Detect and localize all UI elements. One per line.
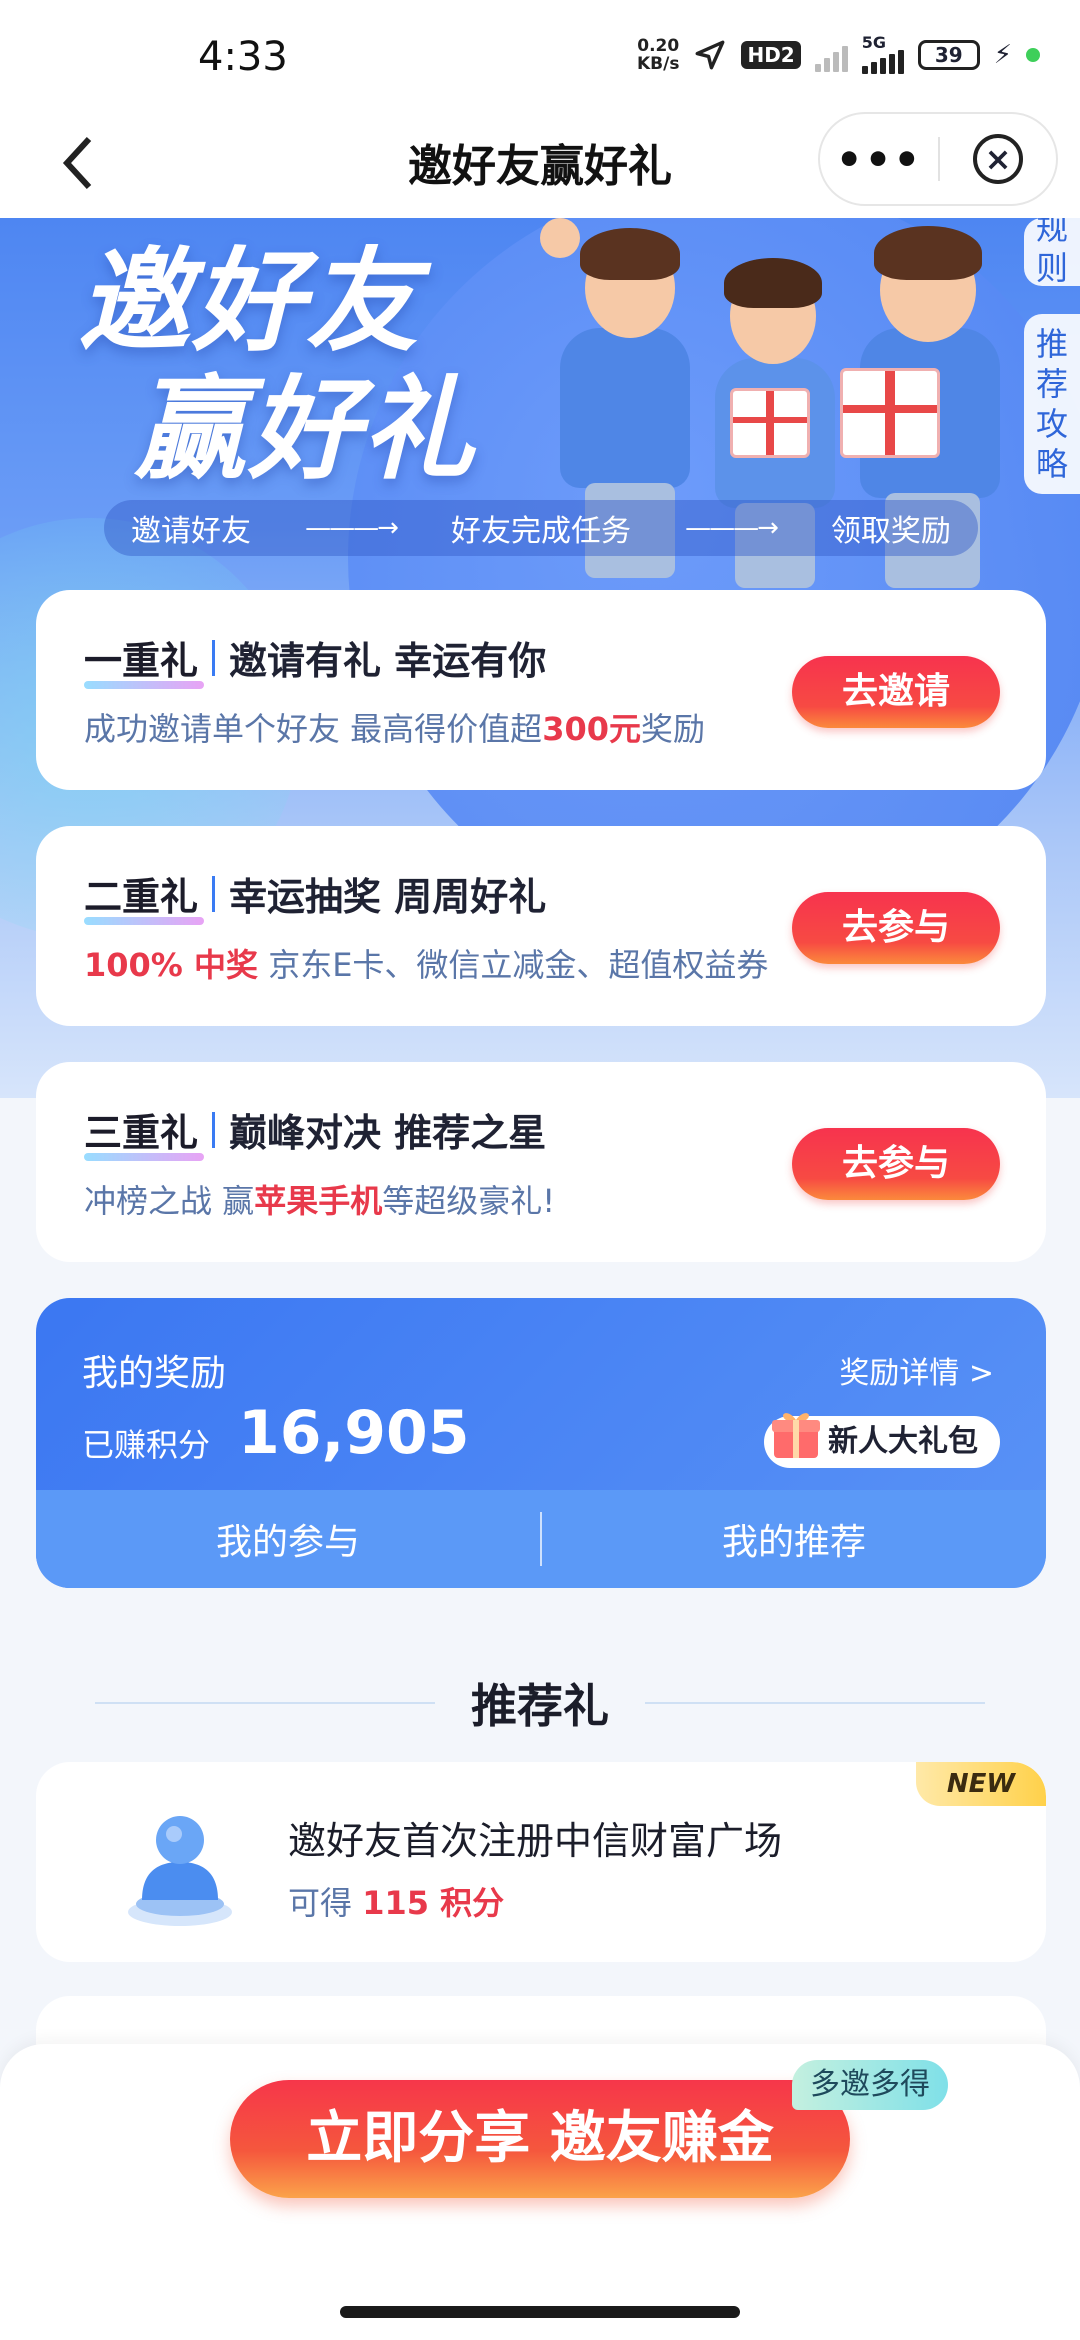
my-rewards-panel: 我的奖励 奖励详情 > 已赚积分 16,905 新人大礼包 我的参与 我的推荐 [36, 1298, 1046, 1588]
privacy-dot-icon [1026, 48, 1040, 62]
section-title: 推荐礼 [471, 1679, 609, 1733]
tab-my-participation[interactable]: 我的参与 [36, 1513, 540, 1565]
card-subtitle: 成功邀请单个好友 最高得价值超300元奖励 [84, 710, 706, 748]
rewards-tabs: 我的参与 我的推荐 [36, 1490, 1046, 1588]
card-tag: 一重礼 [84, 630, 205, 689]
signal-sim2-icon [861, 50, 904, 74]
close-button[interactable]: × [940, 134, 1056, 184]
participate-lottery-button[interactable]: 去参与 [792, 892, 1000, 964]
close-icon: × [972, 134, 1023, 184]
tab-my-recommendations[interactable]: 我的推荐 [542, 1513, 1046, 1565]
signal-5g: 5G [861, 35, 904, 74]
recommend-item-card[interactable]: NEW 邀好友首次注册中信财富广场 可得 115 积分 [36, 1762, 1046, 1962]
recommend-item-points: 可得 115 积分 [288, 1884, 505, 1922]
battery-icon: 39 [917, 40, 980, 70]
card-subtitle: 100% 中奖 京东E卡、微信立减金、超值权益券 [84, 946, 769, 984]
gift-box-illustration [730, 388, 810, 458]
participate-ranking-button[interactable]: 去参与 [792, 1128, 1000, 1200]
card-separator [212, 639, 216, 676]
status-icons: 0.20 KB/s HD2 5G 39 ⚡ [637, 35, 1040, 74]
recommend-item-title: 邀好友首次注册中信财富广场 [288, 1819, 783, 1863]
divider-line [95, 1702, 435, 1704]
new-badge: NEW [916, 1762, 1046, 1806]
network-speed: 0.20 KB/s [637, 36, 680, 74]
signal-sim1-icon [814, 38, 848, 72]
card-tag: 二重礼 [84, 866, 205, 925]
charging-icon: ⚡ [993, 40, 1012, 70]
gift-box-large-illustration [840, 368, 940, 458]
invite-button[interactable]: 去邀请 [792, 656, 1000, 728]
card-tag: 三重礼 [84, 1102, 205, 1161]
arrow-right-icon: ———→ [305, 513, 399, 543]
hd-badge: HD2 [741, 41, 801, 69]
card-separator [212, 875, 216, 912]
more-dots-icon: ••• [835, 134, 923, 184]
step-invite: 邀请好友 [131, 514, 252, 549]
nav-bar: 邀好友赢好礼 ••• × [0, 110, 1080, 218]
step-claim-reward: 领取奖励 [830, 514, 951, 549]
card-title-row: 二重礼 幸运抽奖 周周好礼 [84, 866, 547, 925]
step-complete-task: 好友完成任务 [450, 514, 631, 549]
rewards-title: 我的奖励 [82, 1353, 227, 1394]
card-title: 邀请有礼 幸运有你 [229, 639, 547, 683]
card-title: 巅峰对决 推荐之星 [229, 1111, 547, 1155]
recommend-section-header: 推荐礼 [0, 1670, 1080, 1736]
points-value: 16,905 [238, 1398, 470, 1468]
user-profile-icon [128, 1816, 232, 1926]
mini-program-capsule: ••• × [818, 112, 1058, 206]
home-indicator[interactable] [340, 2306, 740, 2318]
status-bar: 4:33 0.20 KB/s HD2 5G 39 ⚡ [0, 0, 1080, 110]
card-separator [212, 1111, 216, 1148]
card-title-row: 三重礼 巅峰对决 推荐之星 [84, 1102, 547, 1161]
invite-steps-bar: 邀请好友 ———→ 好友完成任务 ———→ 领取奖励 [104, 500, 978, 556]
divider-line [645, 1702, 985, 1704]
card-subtitle: 冲榜之战 赢苹果手机等超级豪礼! [84, 1182, 556, 1220]
rules-tab[interactable]: 规则 [1024, 218, 1080, 286]
gift-card-second: 二重礼 幸运抽奖 周周好礼 100% 中奖 京东E卡、微信立减金、超值权益券 去… [36, 826, 1046, 1026]
share-invite-button[interactable]: 立即分享 邀友赚金 [230, 2080, 850, 2198]
gift-card-first: 一重礼 邀请有礼 幸运有你 成功邀请单个好友 最高得价值超300元奖励 去邀请 [36, 590, 1046, 790]
card-title: 幸运抽奖 周周好礼 [229, 875, 547, 919]
arrow-right-icon: ———→ [685, 513, 779, 543]
more-button[interactable]: ••• [820, 135, 938, 184]
points-label: 已赚积分 [82, 1426, 211, 1464]
rewards-detail-link[interactable]: 奖励详情 > [839, 1348, 994, 1392]
status-time: 4:33 [198, 34, 288, 80]
gift-card-third: 三重礼 巅峰对决 推荐之星 冲榜之战 赢苹果手机等超级豪礼! 去参与 [36, 1062, 1046, 1262]
card-title-row: 一重礼 邀请有礼 幸运有你 [84, 630, 547, 689]
recommend-guide-tab[interactable]: 推荐攻略 [1024, 314, 1080, 494]
location-arrow-icon [696, 40, 725, 70]
gift-box-icon [772, 1413, 820, 1458]
more-invites-badge: 多邀多得 [792, 2060, 948, 2110]
hero-title: 邀好友 赢好礼 [78, 237, 476, 495]
